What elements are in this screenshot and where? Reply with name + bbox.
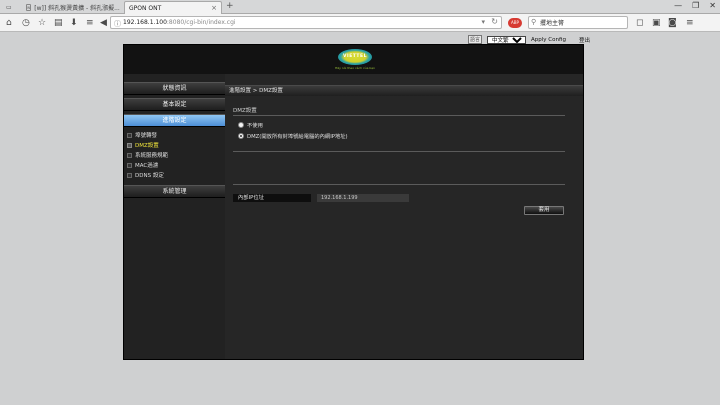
search-bar[interactable]: ⚲ 攫地主膂 — [528, 16, 628, 29]
radio-button[interactable] — [238, 122, 244, 128]
option-enable-dmz[interactable]: DMZ(開放所有封埠號給電腦的內網IP地址) — [238, 132, 348, 140]
language-select[interactable]: 中文繁體 — [487, 35, 527, 44]
tab-label: [w]] 斜孔猴燙黃擴 - 斜孔漲擬... — [34, 5, 120, 12]
close-icon[interactable]: × — [211, 4, 217, 12]
browser-nav-bar: ⌂ ◷ ☆ ▤ ⬇ ≡ ◀ ⓘ 192.168.1.100:8080/cgi-b… — [0, 14, 720, 32]
ip-address-input[interactable] — [317, 194, 409, 202]
sidebar-item-basic[interactable]: 基本設定 — [124, 98, 225, 111]
info-icon[interactable]: ⓘ — [114, 19, 121, 29]
screenshot-icon[interactable]: ▣ — [652, 17, 661, 29]
divider — [233, 184, 565, 185]
sidebar-sub-dmz[interactable]: DMZ設置 — [124, 140, 225, 150]
chevron-down-icon[interactable]: ▾ — [481, 18, 485, 26]
sidebar-sub-mac-filter[interactable]: MAC過濾 — [124, 160, 225, 170]
reload-icon[interactable]: ↻ — [491, 17, 498, 26]
window-controls: — ❐ ✕ — [674, 1, 716, 10]
pocket-icon[interactable]: ◙ — [668, 17, 677, 29]
sidebar-sub-label: 埠號轉發 — [135, 133, 158, 139]
option-label: DMZ(開放所有封埠號給電腦的內網IP地址) — [247, 134, 348, 140]
apply-button[interactable]: 套用 — [524, 206, 564, 215]
hamburger-menu-icon[interactable]: ≡ — [686, 17, 694, 29]
sidebar-sub-label: MAC過濾 — [135, 163, 159, 169]
divider — [233, 151, 565, 152]
option-disable[interactable]: 不使用 — [238, 121, 263, 129]
sidebar-sub-services[interactable]: 系統服務規範 — [124, 150, 225, 160]
url-host: 192.168.1.100 — [123, 19, 167, 26]
option-label: 不使用 — [247, 123, 263, 129]
search-icon: ⚲ — [531, 18, 537, 26]
library-icon[interactable]: ▤ — [54, 17, 63, 29]
bullet-icon — [127, 152, 132, 158]
logo-wordmark: VIETTEL — [343, 54, 367, 59]
sidebar-item-advanced[interactable]: 進階設定 — [124, 114, 225, 127]
logo-slogan: Hãy nói theo cách của bạn — [334, 66, 376, 70]
bookmark-star-icon[interactable]: ☆ — [38, 17, 46, 29]
brand-logo: VIETTEL Hãy nói theo cách của bạn — [331, 48, 379, 72]
divider — [233, 115, 565, 116]
search-engine-icon[interactable]: ABP — [508, 18, 522, 28]
menu-icon[interactable]: ≡ — [86, 17, 94, 29]
browser-tab-bar: ▭ w [w]] 斜孔猴燙黃擴 - 斜孔漲擬... × GPON ONT × +… — [0, 0, 720, 14]
logout-link[interactable]: 登出 — [579, 36, 590, 44]
sidebar-sub-label: DDNS 設定 — [135, 173, 164, 179]
sidebar-sub-ddns[interactable]: DDNS 設定 — [124, 170, 225, 180]
ip-address-row: 內部IP位址 — [233, 194, 565, 202]
bullet-icon — [127, 172, 132, 178]
sidebar-sub-label: 系統服務規範 — [135, 153, 169, 159]
apply-config-link[interactable]: Apply Config — [531, 37, 566, 43]
bullet-icon — [127, 142, 132, 148]
favicon-icon: w — [26, 4, 32, 11]
minimize-button[interactable]: — — [674, 1, 682, 10]
top-links: 語言 中文繁體 Apply Config 登出 — [468, 35, 590, 44]
ip-address-label: 內部IP位址 — [233, 194, 311, 202]
history-icon[interactable]: ◷ — [22, 17, 30, 29]
new-tab-button[interactable]: + — [226, 1, 234, 11]
maximize-button[interactable]: ❐ — [692, 1, 699, 10]
radio-button-selected[interactable] — [238, 133, 244, 139]
back-icon[interactable]: ◀ — [100, 17, 107, 29]
header: VIETTEL Hãy nói theo cách của bạn — [124, 45, 583, 74]
tab-active[interactable]: GPON ONT × — [124, 1, 222, 14]
url-path: :8080/cgi-bin/index.cgi — [166, 19, 236, 26]
tab-list-icon[interactable]: ▭ — [2, 1, 16, 14]
sidebar-item-status[interactable]: 狀態資訊 — [124, 82, 225, 95]
tab-inactive[interactable]: w [w]] 斜孔猴燙黃擴 - 斜孔漲擬... × — [22, 1, 122, 14]
sidebar: 狀態資訊 基本設定 進階設定 埠號轉發 DMZ設置 系統服務規範 MAC過濾 D… — [124, 74, 225, 359]
sidebar-sub-label: DMZ設置 — [135, 143, 159, 149]
section-title: DMZ設置 — [233, 108, 257, 114]
bullet-icon — [127, 132, 132, 138]
language-icon: 語言 — [468, 35, 483, 44]
web-page: 語言 中文繁體 Apply Config 登出 VIETTEL Hãy nói … — [0, 33, 720, 405]
close-window-button[interactable]: ✕ — [709, 1, 716, 10]
home-icon[interactable]: ⌂ — [6, 17, 12, 29]
sidebar-item-system[interactable]: 系統管理 — [124, 185, 225, 198]
search-placeholder: 攫地主膂 — [540, 20, 565, 27]
reader-icon[interactable]: ◻ — [636, 17, 643, 29]
url-bar[interactable]: ⓘ 192.168.1.100:8080/cgi-bin/index.cgi ▾… — [110, 16, 502, 29]
tab-label: GPON ONT — [129, 4, 162, 12]
main-content: 進階設置 > DMZ設置 DMZ設置 不使用 DMZ(開放所有封埠號給電腦的內網… — [225, 74, 583, 359]
sidebar-sub-port-forward[interactable]: 埠號轉發 — [124, 130, 225, 140]
download-icon[interactable]: ⬇ — [70, 17, 78, 29]
router-frame: VIETTEL Hãy nói theo cách của bạn 狀態資訊 基… — [123, 44, 584, 360]
breadcrumb: 進階設置 > DMZ設置 — [225, 85, 583, 96]
bullet-icon — [127, 162, 132, 168]
